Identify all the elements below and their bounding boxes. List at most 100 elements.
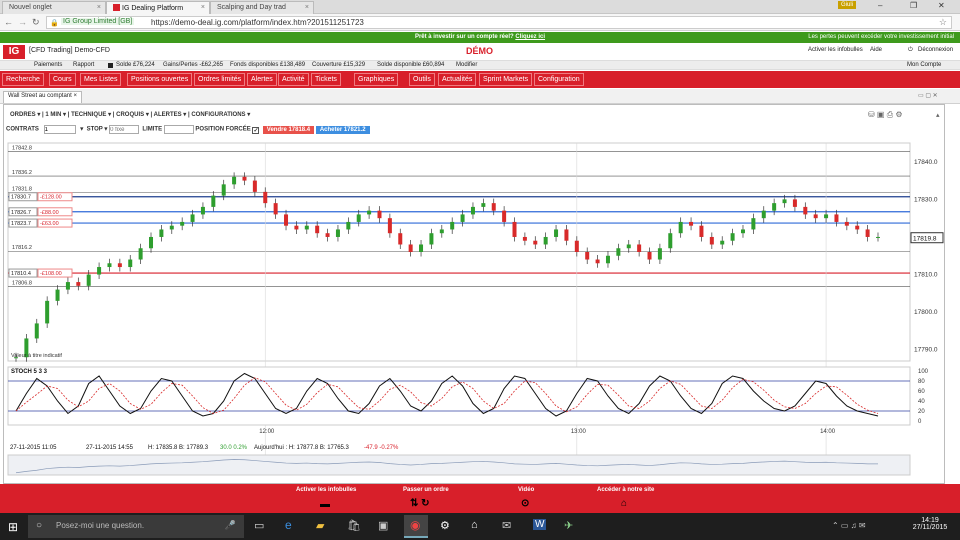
footer-date-from: 27-11-2015 11:05: [10, 445, 57, 451]
settings-gear-icon[interactable]: ⚙: [440, 519, 450, 532]
candle-body: [34, 323, 39, 339]
account-selector[interactable]: [CFD Trading] Demo-CFD: [29, 47, 110, 54]
funds-value: Fonds disponibles £138,489: [230, 62, 306, 68]
menu-graphiques[interactable]: Graphiques: [354, 73, 399, 86]
back-icon[interactable]: ←: [4, 17, 13, 27]
candle-body: [720, 240, 725, 245]
browser-tab-new[interactable]: Nouvel onglet ×: [2, 1, 106, 14]
contracts-input[interactable]: [43, 125, 76, 134]
microphone-icon[interactable]: 🎤: [225, 520, 236, 531]
chart-toolbar: ORDRES ▾ | 1 MIN ▾ | TECHNIQUE ▾ | CROQU…: [10, 112, 251, 118]
edge-icon[interactable]: e: [285, 518, 292, 532]
reload-icon[interactable]: ↻: [32, 17, 40, 28]
alerts-menu[interactable]: ALERTES: [154, 112, 182, 118]
technical-menu[interactable]: TECHNIQUE: [71, 112, 106, 118]
chrome-icon[interactable]: ◉: [404, 515, 428, 538]
system-tray-icons[interactable]: ⌃ ▭ ♫ ✉: [832, 521, 866, 530]
sell-button[interactable]: Vendre 17818.4: [262, 125, 315, 134]
word-icon[interactable]: W: [533, 519, 547, 530]
bottom-website[interactable]: Accéder à notre site: [597, 487, 654, 493]
candle-body: [387, 218, 392, 234]
menu-cours[interactable]: Cours: [49, 73, 76, 86]
menu-configuration[interactable]: Configuration: [534, 73, 584, 86]
explorer-icon[interactable]: ▰: [316, 519, 324, 532]
cortana-search[interactable]: ○ Posez-moi une question. 🎤: [28, 515, 244, 538]
menu-recherche[interactable]: Recherche: [2, 73, 44, 86]
price-tick-label: 17790.0: [914, 347, 938, 354]
task-view-icon[interactable]: ▭: [254, 519, 264, 532]
cortana-circle-icon: ○: [36, 520, 43, 531]
deal-row: CONTRATS ▾ STOP ▾ LIMITE POSITION FORCÉE…: [6, 125, 370, 134]
panel-controls-icon[interactable]: ▭ ▢ ✕: [918, 92, 938, 99]
browser-tab-ig[interactable]: IG Dealing Platform ×: [106, 1, 210, 14]
media-icon[interactable]: ▣: [378, 519, 388, 532]
candle-body: [450, 221, 455, 230]
menu-activité[interactable]: Activité: [278, 73, 309, 86]
ig-favicon-icon: [113, 4, 120, 11]
clock[interactable]: 14:19 27/11/2015: [912, 517, 948, 531]
browser-tab-scalping[interactable]: Scalping and Day trad ×: [210, 1, 314, 14]
account-square-icon: [108, 63, 113, 68]
close-tab-icon[interactable]: ×: [97, 4, 101, 11]
menu-ordres-limités[interactable]: Ordres limités: [194, 73, 246, 86]
balance-value: Solde £76,224: [116, 62, 155, 68]
report-link[interactable]: Rapport: [73, 61, 94, 70]
modify-link[interactable]: Modifier: [456, 61, 477, 70]
bookmark-star-icon[interactable]: ☆: [939, 17, 947, 28]
mail-icon[interactable]: ✉: [502, 519, 511, 532]
footer-today-change: -47.9 -0.27%: [364, 445, 399, 451]
app-icon[interactable]: ✈: [564, 519, 573, 532]
config-menu[interactable]: CONFIGURATIONS: [191, 112, 245, 118]
level-label: 17806.8: [12, 281, 32, 287]
close-tab-icon[interactable]: ×: [305, 4, 309, 11]
menu-mes-listes[interactable]: Mes Listes: [80, 73, 122, 86]
menu-tickets[interactable]: Tickets: [311, 73, 341, 86]
home-app-icon[interactable]: ⌂: [471, 519, 478, 531]
chart-tools-icons[interactable]: ⛁ ▣ ⎙ ⚙: [868, 110, 903, 120]
url-field[interactable]: 🔒 IG Group Limited [GB] https://demo-dea…: [46, 16, 952, 29]
candle-body: [824, 214, 829, 219]
store-icon[interactable]: 🛍: [347, 519, 361, 532]
candle-body: [232, 176, 237, 185]
stop-input[interactable]: [109, 125, 140, 134]
menu-outils[interactable]: Outils: [409, 73, 435, 86]
url-text: https://demo-deal.ig.com/platform/index.…: [151, 18, 364, 27]
candle-body: [211, 195, 216, 207]
menu-positions-ouvertes[interactable]: Positions ouvertes: [127, 73, 193, 86]
bottom-place-order[interactable]: Passer un ordre: [403, 487, 449, 493]
interval-menu[interactable]: 1 MIN: [45, 112, 61, 118]
close-tab-icon[interactable]: ×: [201, 4, 205, 11]
bottom-infobulles[interactable]: Activer les infobulles: [296, 487, 356, 493]
orders-menu[interactable]: ORDRES: [10, 112, 36, 118]
close-panel-icon[interactable]: ×: [73, 93, 77, 99]
forward-icon[interactable]: →: [18, 17, 27, 27]
bottom-action-bar: Activer les infobulles Passer un ordre V…: [0, 484, 960, 513]
close-window-icon[interactable]: ✕: [938, 1, 945, 10]
price-chart[interactable]: 17842.8 17836.2 17831.8 17816.2 17806.8 17840…: [4, 139, 944, 483]
menu-sprint-markets[interactable]: Sprint Markets: [479, 73, 533, 86]
candle-body: [221, 184, 226, 196]
candle-body: [180, 221, 185, 226]
forced-position-checkbox[interactable]: ✓: [252, 126, 260, 134]
my-account-link[interactable]: Mon Compte: [907, 61, 941, 70]
logout-link[interactable]: Déconnexion: [918, 47, 953, 53]
limit-input[interactable]: [163, 125, 194, 134]
payments-link[interactable]: Paiements: [34, 61, 62, 70]
candle-body: [55, 289, 60, 301]
maximize-icon[interactable]: ❐: [910, 1, 917, 10]
menu-alertes[interactable]: Alertes: [247, 73, 277, 86]
panel-tab-wallstreet[interactable]: Wall Street au comptant ×: [3, 91, 82, 103]
profile-badge[interactable]: Giuli: [838, 1, 857, 9]
candle-body: [419, 244, 424, 252]
buy-button[interactable]: Acheter 17821.2: [315, 125, 370, 134]
sketch-menu[interactable]: CROQUIS: [116, 112, 144, 118]
stoch-tick-label: 20: [918, 409, 925, 415]
help-link[interactable]: Aide: [870, 47, 882, 53]
minimize-icon[interactable]: –: [878, 1, 882, 10]
infobulles-link[interactable]: Activer les infobulles: [808, 47, 863, 53]
windows-start-icon[interactable]: ⊞: [8, 520, 18, 534]
scroll-up-icon[interactable]: ▴: [936, 111, 940, 119]
promo-link[interactable]: Cliquez ici: [515, 34, 545, 40]
menu-actualités[interactable]: Actualités: [438, 73, 477, 86]
bottom-video[interactable]: Vidéo: [518, 487, 534, 493]
